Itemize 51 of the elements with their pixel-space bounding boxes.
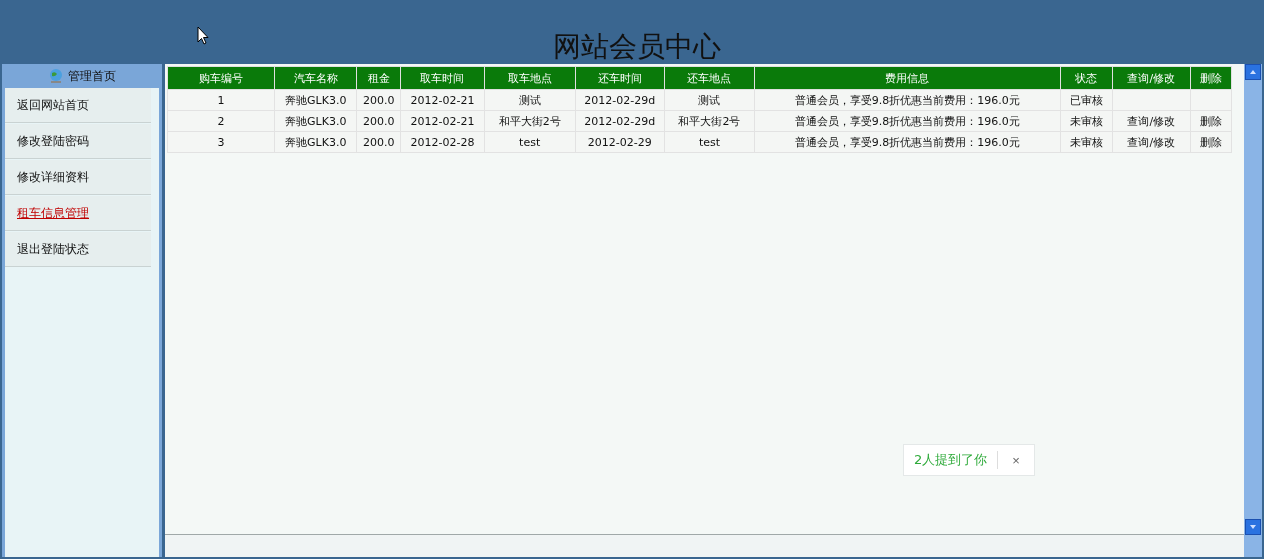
column-header: 查询/修改 — [1112, 66, 1191, 90]
table-cell: 奔驰GLK3.0 — [274, 110, 357, 132]
column-header: 取车时间 — [400, 66, 485, 90]
table-cell: 和平大街2号 — [664, 110, 755, 132]
table-cell: 普通会员，享受9.8折优惠当前费用：196.0元 — [754, 89, 1061, 111]
column-header: 汽车名称 — [274, 66, 357, 90]
sidebar-item[interactable]: 退出登陆状态 — [5, 232, 151, 267]
sidebar-item[interactable]: 返回网站首页 — [5, 88, 151, 123]
table-cell: 200.0 — [356, 110, 401, 132]
column-header: 删除 — [1190, 66, 1232, 90]
table-cell: 2012-02-28 — [400, 131, 485, 153]
table-cell: 2012-02-29d — [575, 110, 665, 132]
table-cell: 测试 — [664, 89, 755, 111]
table-cell: 200.0 — [356, 89, 401, 111]
column-header: 费用信息 — [754, 66, 1061, 90]
sidebar-item[interactable]: 租车信息管理 — [5, 196, 151, 231]
scroll-up-icon[interactable] — [1245, 64, 1261, 80]
table-cell: 测试 — [484, 89, 576, 111]
column-header: 取车地点 — [484, 66, 576, 90]
table-cell: 和平大街2号 — [484, 110, 576, 132]
close-button[interactable]: × — [1008, 452, 1024, 468]
table-cell: 2012-02-29d — [575, 89, 665, 111]
table-cell: test — [664, 131, 755, 153]
notification-text: 2人提到了你 — [914, 451, 999, 469]
column-header: 状态 — [1060, 66, 1113, 90]
table-cell: 奔驰GLK3.0 — [274, 131, 357, 153]
table-cell: 未审核 — [1060, 110, 1113, 132]
column-header: 还车时间 — [575, 66, 665, 90]
column-header: 租金 — [356, 66, 401, 90]
table-cell: 普通会员，享受9.8折优惠当前费用：196.0元 — [754, 131, 1061, 153]
scroll-down-icon[interactable] — [1245, 519, 1261, 535]
table-cell: 未审核 — [1060, 131, 1113, 153]
globe-icon — [48, 68, 64, 84]
sidebar-item[interactable]: 修改详细资料 — [5, 160, 151, 195]
page-title: 网站会员中心 — [553, 30, 721, 64]
mouse-cursor-icon — [197, 26, 209, 45]
table-cell: 2012-02-21 — [400, 110, 485, 132]
column-header: 购车编号 — [167, 66, 275, 90]
table-cell: 3 — [167, 131, 275, 153]
table-cell: 1 — [167, 89, 275, 111]
table-cell: 普通会员，享受9.8折优惠当前费用：196.0元 — [754, 110, 1061, 132]
table-cell: 2 — [167, 110, 275, 132]
sidebar-title: 管理首页 — [68, 67, 116, 85]
sidebar-item[interactable]: 修改登陆密码 — [5, 124, 151, 159]
table-cell: 奔驰GLK3.0 — [274, 89, 357, 111]
table-cell: 2012-02-21 — [400, 89, 485, 111]
table-cell: 2012-02-29 — [575, 131, 665, 153]
column-header: 还车地点 — [664, 66, 755, 90]
table-cell: 已审核 — [1060, 89, 1113, 111]
table-cell: 200.0 — [356, 131, 401, 153]
table-cell: test — [484, 131, 576, 153]
